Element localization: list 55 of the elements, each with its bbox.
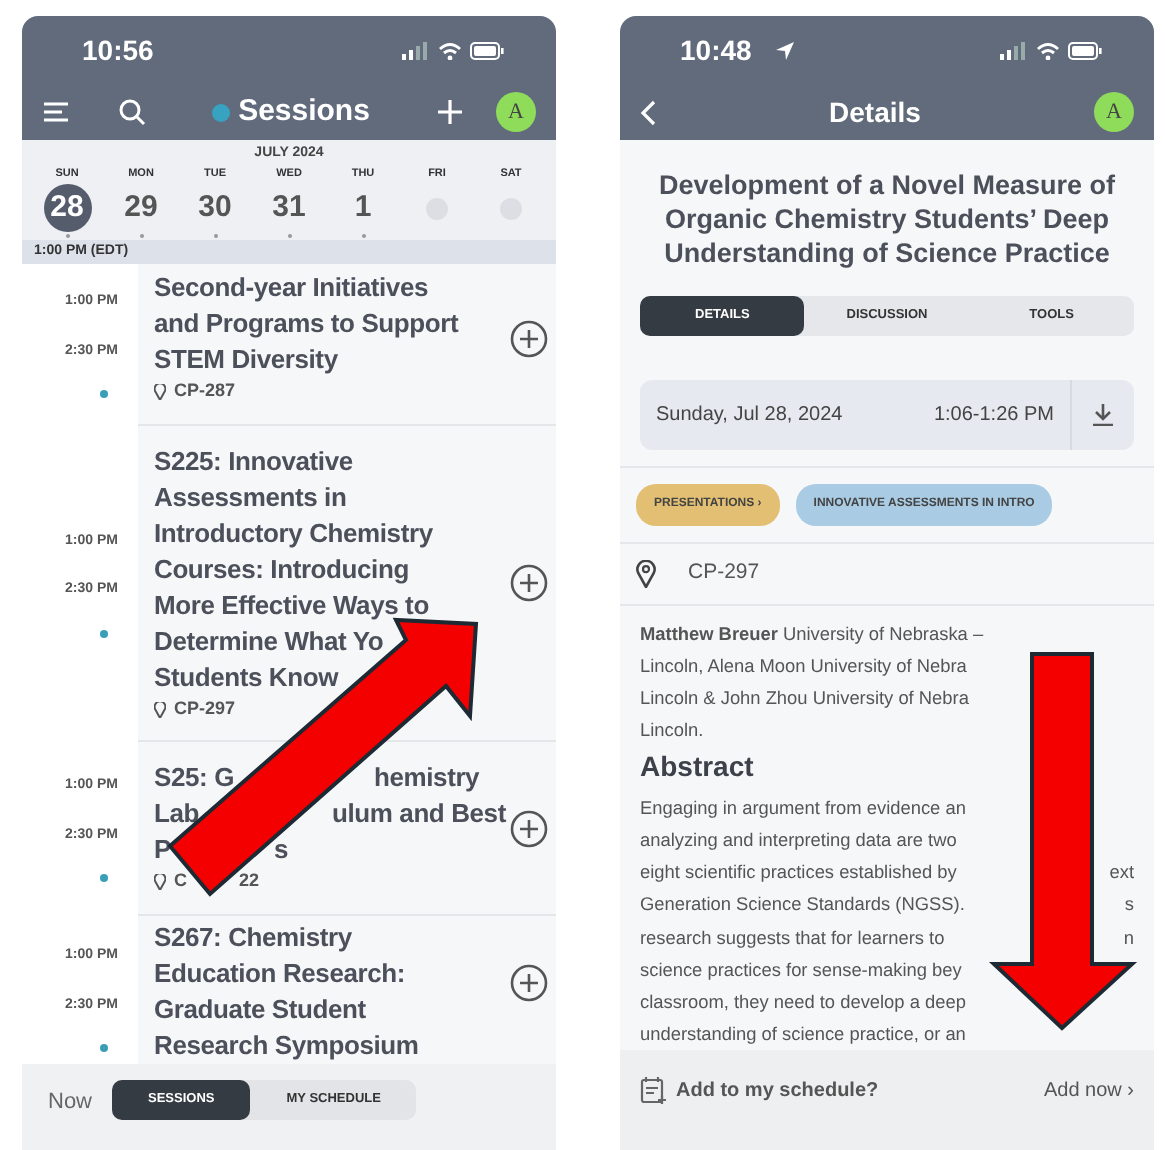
section-heading: Abstract — [638, 747, 756, 786]
add-icon[interactable] — [510, 564, 548, 602]
battery-icon — [1068, 41, 1102, 59]
day-button[interactable]: 31 — [265, 183, 313, 232]
wifi-icon — [1036, 41, 1060, 59]
session-location: CP-287 — [174, 378, 236, 405]
session-location: C 22 — [174, 868, 260, 895]
session-heading: Development of a Novel Measure of Organic Chemistry Students’ Deep Understanding of Science Practice — [656, 168, 1118, 272]
session-title[interactable]: S267: Chemistry Education Research: Graduate Student Research Symposium — [154, 919, 506, 1064]
status-time: 10:48 — [680, 31, 752, 69]
prompt-label: Add to my schedule? — [676, 1078, 879, 1106]
add-icon[interactable] — [510, 963, 548, 1002]
signal-icon — [402, 41, 430, 59]
status-time: 10:56 — [82, 31, 154, 69]
location-arrow-icon — [776, 41, 795, 59]
status-dot — [100, 390, 108, 398]
wifi-icon — [438, 41, 462, 59]
abstract-text: ext s n — [1109, 860, 1134, 951]
battery-icon — [470, 41, 504, 59]
day-button[interactable]: 30 — [191, 183, 239, 232]
session-location: CP-297 — [688, 557, 760, 588]
calendar-add-icon — [640, 1076, 668, 1104]
plus-icon[interactable] — [436, 98, 464, 126]
session-time: 1:06-1:26 PM — [933, 401, 1054, 430]
abstract-text: Engaging in argument from evidence an analyzing and interpreting data are two eight scientific practices established by Generation Science Standards (NGSS). research suggests that for learners to science practices for sense-making bey classroom, they need to develop a deep understanding of science practice, or an — [640, 795, 966, 1049]
pin-icon — [154, 701, 166, 717]
session-location: CP-297 — [174, 695, 236, 722]
day-button[interactable]: 29 — [117, 183, 165, 232]
day-button[interactable]: 1 — [339, 183, 387, 232]
session-title[interactable]: S225: Innovative Assessments in Introductory Chemistry Courses: Introducing More Effective Ways to Determine What Yo Students Know — [154, 443, 506, 696]
status-dot — [100, 1044, 108, 1053]
day-button[interactable]: 28 — [43, 183, 91, 232]
status-dot — [100, 629, 108, 637]
pin-icon — [636, 559, 656, 588]
pin-icon — [154, 874, 166, 890]
menu-icon[interactable] — [42, 100, 70, 124]
back-icon[interactable] — [640, 99, 656, 125]
avatar[interactable]: A — [1094, 92, 1134, 132]
add-icon[interactable] — [510, 319, 548, 357]
add-now-link[interactable]: Add now › — [1043, 1076, 1134, 1106]
add-icon[interactable] — [510, 809, 548, 847]
signal-icon — [1000, 41, 1028, 59]
download-icon — [1092, 403, 1114, 426]
screen-title: Details — [827, 93, 923, 131]
search-icon[interactable] — [118, 98, 146, 126]
now-button[interactable]: Now — [48, 1080, 93, 1119]
status-dot-icon — [212, 103, 231, 121]
session-title[interactable]: Second-year Initiatives and Programs to Support STEM Diversity — [154, 270, 506, 379]
pin-icon — [154, 384, 166, 400]
session-title[interactable]: S25: G hemistry Lab ulum and Best P s — [154, 760, 506, 869]
avatar[interactable]: A — [496, 92, 536, 132]
author-list: Matthew Breuer University of Nebraska – Lincoln, Alena Moon University of Nebra Lincoln & John Zhou University of Nebra Lincoln. — [620, 605, 1004, 746]
screen-title: Sessions — [238, 91, 370, 132]
session-date: Sunday, Jul 28, 2024 — [656, 401, 843, 430]
status-dot — [100, 874, 108, 882]
